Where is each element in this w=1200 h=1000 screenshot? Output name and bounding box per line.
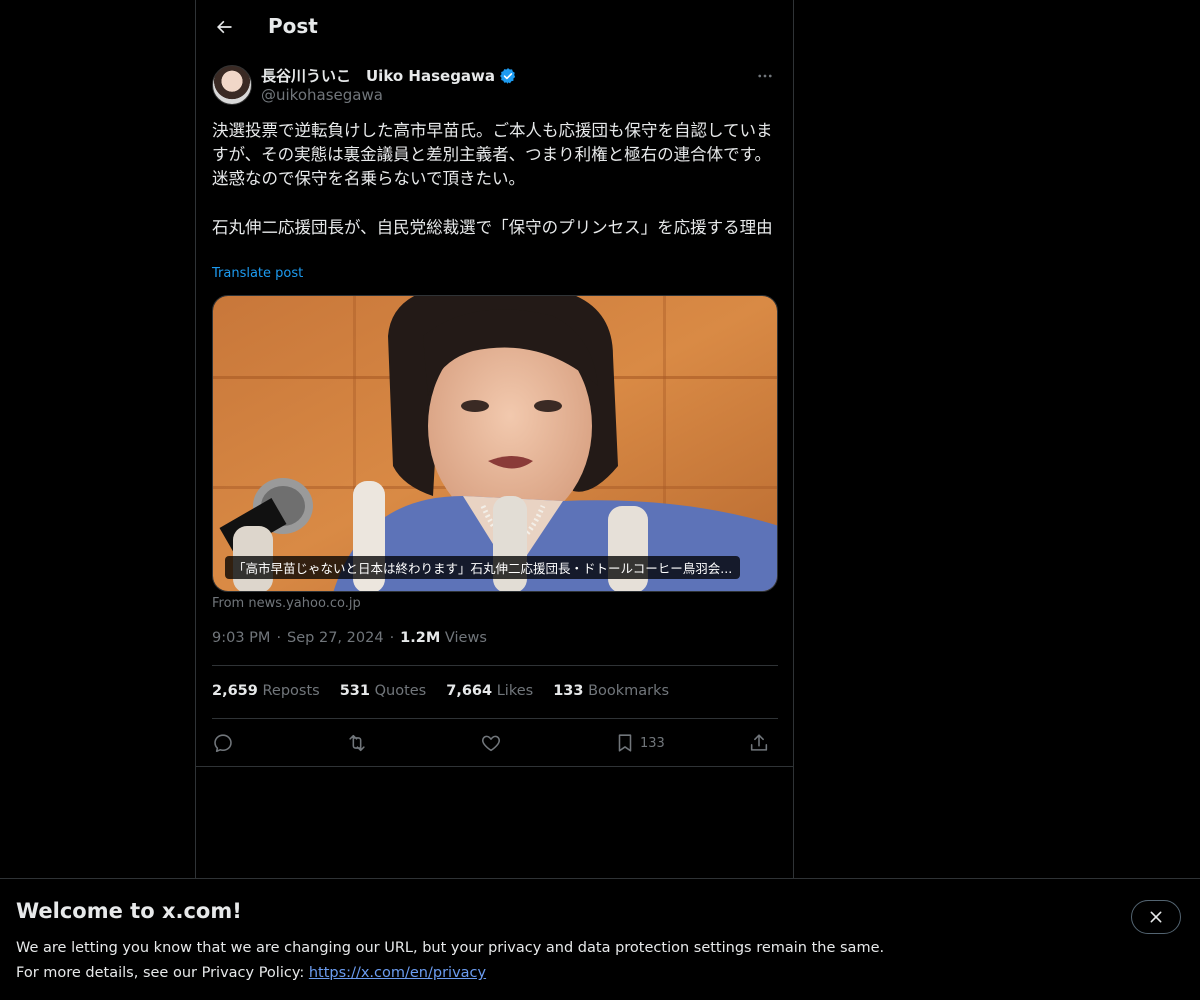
card-image	[213, 296, 777, 591]
author-display-name[interactable]: 長谷川ういこ Uiko Hasegawa	[261, 65, 495, 86]
close-banner-button[interactable]	[1131, 900, 1181, 934]
stat-count: 133	[553, 683, 584, 699]
stat-label: Bookmarks	[588, 683, 670, 699]
repost-button[interactable]	[345, 729, 369, 757]
post-meta: 9:03 PM · Sep 27, 2024 · 1.2M Views	[212, 630, 487, 646]
engagement-stats: 2,659 Reposts 531 Quotes 7,664 Likes 133…	[212, 683, 669, 699]
banner-text: We are letting you know that we are chan…	[16, 936, 884, 986]
stat-count: 7,664	[446, 683, 493, 699]
reply-button[interactable]	[212, 729, 234, 757]
views-count: 1.2M	[400, 630, 441, 646]
share-icon	[750, 734, 768, 751]
author-name-row: 長谷川ういこ Uiko Hasegawa	[261, 65, 517, 86]
banner-line-2-prefix: For more details, see our Privacy Policy…	[16, 965, 309, 981]
separator-dot: ·	[276, 630, 282, 646]
stat-quotes[interactable]: 531 Quotes	[340, 683, 427, 699]
divider	[212, 665, 778, 666]
verified-badge-icon	[500, 67, 516, 84]
stat-reposts[interactable]: 2,659 Reposts	[212, 683, 320, 699]
share-button[interactable]	[748, 729, 770, 757]
stat-label: Likes	[496, 683, 534, 699]
heart-icon	[481, 735, 501, 752]
post-date[interactable]: Sep 27, 2024	[287, 630, 384, 646]
post-text: 決選投票で逆転負けした高市早苗氏。ご本人も応援団も保守を自認していますが、その実…	[212, 121, 773, 237]
post-header: Post	[196, 0, 793, 54]
translate-post-link[interactable]: Translate post	[212, 266, 303, 281]
main-column: Post 長谷川ういこ Uiko Hasegawa @uikohasegawa …	[195, 0, 794, 878]
like-button[interactable]	[480, 729, 502, 757]
author-handle[interactable]: @uikohasegawa	[261, 86, 383, 104]
privacy-policy-link[interactable]: https://x.com/en/privacy	[309, 965, 486, 981]
stat-likes[interactable]: 7,664 Likes	[446, 683, 533, 699]
banner-title: Welcome to x.com!	[16, 899, 242, 923]
bookmark-button[interactable]: 133	[614, 729, 665, 757]
repost-icon	[349, 734, 365, 752]
bookmark-icon	[618, 734, 632, 752]
close-icon	[1150, 911, 1162, 923]
stat-count: 2,659	[212, 683, 258, 699]
stat-label: Reposts	[262, 683, 320, 699]
bookmark-count: 133	[640, 735, 665, 751]
page-title: Post	[268, 14, 318, 38]
back-button[interactable]	[210, 13, 238, 41]
banner-line-1: We are letting you know that we are chan…	[16, 940, 885, 956]
banner-line-2: For more details, see our Privacy Policy…	[16, 961, 884, 986]
card-source-link[interactable]: From news.yahoo.co.jp	[212, 596, 361, 611]
views-label: Views	[444, 630, 487, 646]
action-bar: 133	[212, 729, 778, 757]
divider	[212, 718, 778, 719]
divider	[196, 766, 793, 767]
separator-dot: ·	[389, 630, 395, 646]
stat-count: 531	[339, 683, 370, 699]
more-horizontal-icon	[758, 74, 772, 78]
reply-icon	[214, 734, 232, 753]
arrow-left-icon	[217, 20, 232, 34]
more-options-button[interactable]	[753, 64, 777, 88]
post-time[interactable]: 9:03 PM	[212, 630, 270, 646]
welcome-banner: Welcome to x.com! We are letting you kno…	[0, 878, 1200, 1000]
avatar[interactable]	[212, 65, 252, 105]
link-card[interactable]: 「高市早苗じゃないと日本は終わります」石丸伸二応援団長・ドトールコーヒー鳥羽会.…	[212, 295, 778, 592]
card-caption: 「高市早苗じゃないと日本は終わります」石丸伸二応援団長・ドトールコーヒー鳥羽会.…	[225, 556, 741, 579]
stat-bookmarks[interactable]: 133 Bookmarks	[553, 683, 669, 699]
stat-label: Quotes	[374, 683, 427, 699]
